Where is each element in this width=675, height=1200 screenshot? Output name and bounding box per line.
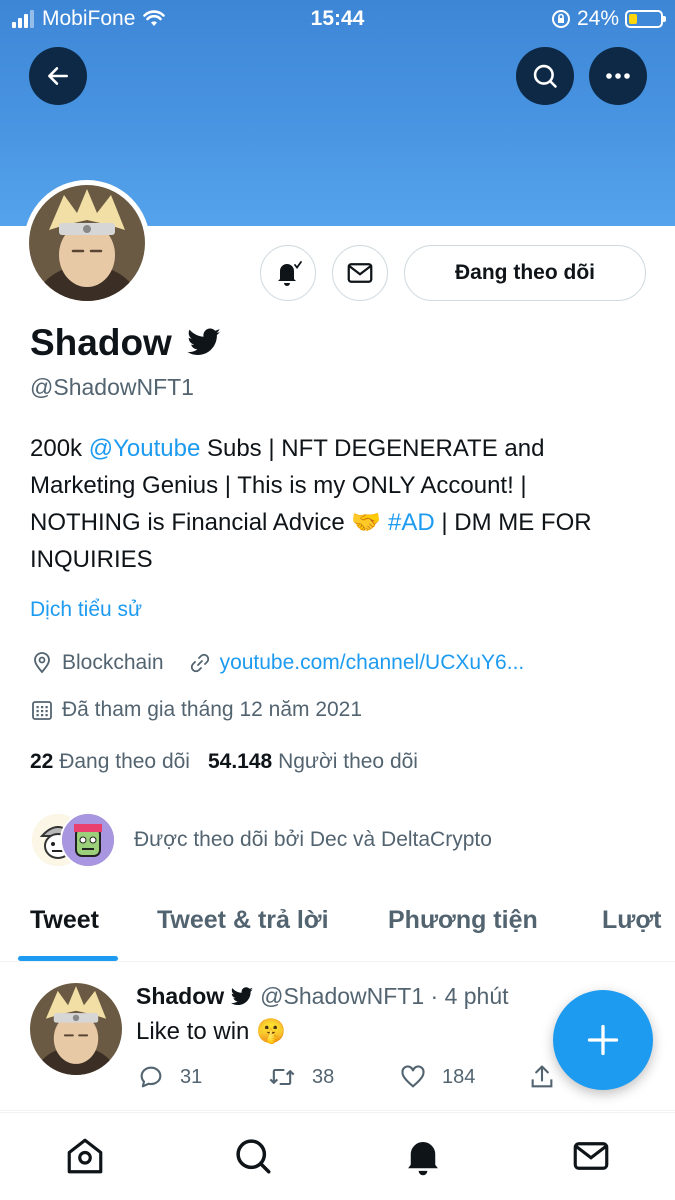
bell-icon xyxy=(408,1142,438,1176)
avatar-image xyxy=(29,185,145,301)
joined-text: Đã tham gia tháng 12 năm 2021 xyxy=(62,698,363,721)
active-tab-indicator xyxy=(18,956,118,961)
home-icon xyxy=(67,1138,103,1174)
bio-text: 200k xyxy=(30,435,89,462)
link-icon xyxy=(190,653,209,673)
tab-media[interactable]: Phương tiện xyxy=(388,906,538,935)
follower-avatar xyxy=(60,812,116,868)
retweet-button[interactable]: 38 xyxy=(266,1063,334,1091)
mail-icon xyxy=(573,1142,609,1170)
website-link[interactable]: youtube.com/channel/UCXuY6... xyxy=(220,651,525,675)
location-icon xyxy=(34,652,50,674)
bell-check-icon xyxy=(278,261,302,286)
share-icon xyxy=(531,1065,553,1088)
bio-mention-link[interactable]: @Youtube xyxy=(89,435,201,462)
nav-search[interactable] xyxy=(232,1135,274,1182)
nav-home[interactable] xyxy=(64,1135,106,1182)
profile-handle: @ShadowNFT1 xyxy=(30,374,194,400)
nav-messages[interactable] xyxy=(570,1135,612,1182)
battery-icon xyxy=(625,10,666,28)
tweet-text: Like to win 🤫 xyxy=(136,1018,286,1045)
followed-by-row[interactable]: Được theo dõi bởi Dec và DeltaCrypto xyxy=(30,812,492,868)
following-button[interactable]: Đang theo dõi xyxy=(404,245,646,301)
profile-name-text: Shadow xyxy=(30,322,172,363)
bio-hashtag-link[interactable]: #AD xyxy=(388,509,435,536)
like-button[interactable]: 184 xyxy=(398,1063,475,1091)
followers-label: Người theo dõi xyxy=(278,750,418,773)
location-text: Blockchain xyxy=(62,651,164,674)
profile-avatar[interactable] xyxy=(24,180,150,306)
tab-tweets[interactable]: Tweet xyxy=(30,906,99,935)
profile-name: Shadow xyxy=(30,322,222,364)
heart-icon xyxy=(401,1065,425,1088)
tweet-header: Shadow @ShadowNFT1 · 4 phút xyxy=(136,983,509,1010)
followers-count: 54.148 xyxy=(207,750,273,773)
profile-tabs: Tweet Tweet & trả lời Phương tiện Lượt xyxy=(0,890,675,962)
calendar-icon xyxy=(32,701,52,720)
message-button[interactable] xyxy=(332,245,388,301)
back-button[interactable] xyxy=(29,47,87,105)
tweet-author-name[interactable]: Shadow xyxy=(136,983,224,1010)
following-count: 22 xyxy=(30,750,54,773)
search-button[interactable] xyxy=(516,47,574,105)
status-bar: MobiFone 15:44 24% xyxy=(0,0,675,38)
orientation-lock-icon xyxy=(551,10,570,28)
notifications-button[interactable] xyxy=(260,245,316,301)
following-count-link[interactable]: 22 Đang theo dõi xyxy=(30,750,190,774)
compose-tweet-button[interactable] xyxy=(553,990,653,1090)
more-button[interactable] xyxy=(589,47,647,105)
mail-icon xyxy=(347,263,373,283)
retweet-count: 38 xyxy=(312,1065,335,1088)
reply-count: 31 xyxy=(180,1065,203,1088)
followed-by-text: Được theo dõi bởi Dec và DeltaCrypto xyxy=(134,828,492,851)
like-count: 184 xyxy=(442,1065,476,1088)
reply-icon xyxy=(140,1066,162,1088)
more-icon xyxy=(606,73,630,79)
battery-percent: 24% xyxy=(576,7,619,30)
tweet-avatar[interactable] xyxy=(30,983,122,1075)
profile-meta-row: Blockchain youtube.com/channel/UCXuY6... xyxy=(30,651,524,675)
reply-button[interactable]: 31 xyxy=(136,1063,202,1091)
translate-bio-link[interactable]: Dịch tiểu sử xyxy=(30,598,142,622)
followers-count-link[interactable]: 54.148 Người theo dõi xyxy=(208,750,418,774)
joined-row: Đã tham gia tháng 12 năm 2021 xyxy=(30,698,362,722)
following-label: Đang theo dõi xyxy=(59,750,190,773)
nav-notifications[interactable] xyxy=(402,1135,444,1182)
bottom-navigation xyxy=(0,1112,675,1200)
tab-tweets-replies[interactable]: Tweet & trả lời xyxy=(157,906,329,935)
share-button[interactable] xyxy=(528,1063,556,1091)
twitter-bird-icon xyxy=(231,986,254,1005)
twitter-bird-icon xyxy=(187,328,221,355)
retweet-icon xyxy=(269,1068,295,1086)
plus-icon xyxy=(587,1024,619,1056)
tweet-handle-time: @ShadowNFT1 · 4 phút xyxy=(260,983,509,1009)
tab-likes[interactable]: Lượt xyxy=(602,906,661,935)
search-icon xyxy=(236,1139,271,1174)
arrow-left-icon xyxy=(48,67,68,85)
profile-bio: 200k @Youtube Subs | NFT DEGENERATE and … xyxy=(30,430,630,578)
search-icon xyxy=(533,64,557,88)
follow-counts: 22 Đang theo dõi 54.148 Người theo dõi xyxy=(30,750,418,774)
